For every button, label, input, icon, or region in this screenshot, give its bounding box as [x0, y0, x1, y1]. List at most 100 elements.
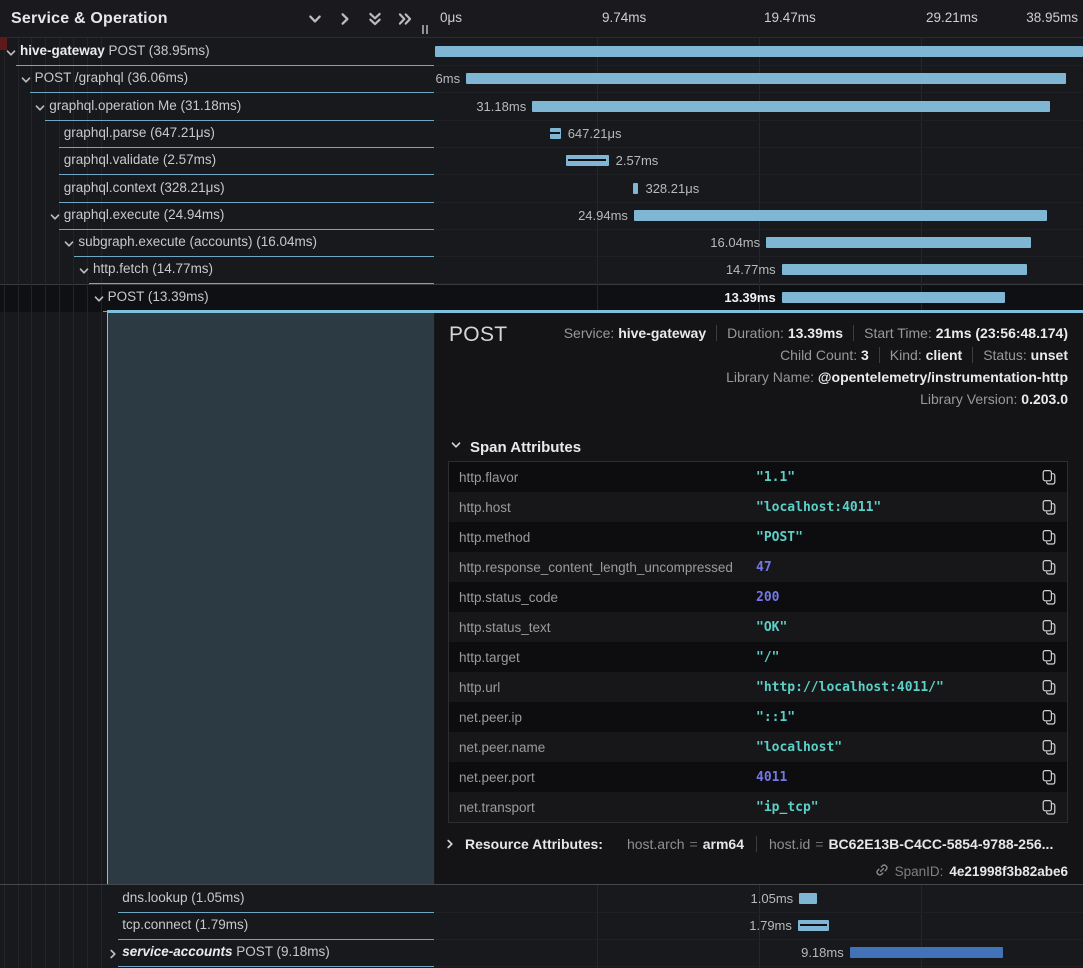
span-tree-row-graphql-validate[interactable]: graphql.validate (2.57ms): [0, 147, 434, 175]
span-row-label: graphql.parse (647.21μs): [64, 125, 215, 140]
attribute-key: net.peer.port: [459, 770, 535, 785]
span-tree-row-graphql-execute[interactable]: graphql.execute (24.94ms): [0, 202, 434, 230]
selected-span-expansion-area[interactable]: [107, 311, 434, 885]
span-timeline-row[interactable]: 38.95ms: [435, 38, 1083, 66]
attribute-key: http.url: [459, 680, 500, 695]
bar-duration-label: 14.77ms: [726, 262, 776, 277]
span-duration-bar[interactable]: [850, 947, 1003, 958]
attribute-value: 4011: [756, 770, 787, 785]
attribute-value: "::1": [756, 710, 795, 725]
span-duration-bar[interactable]: [566, 155, 609, 166]
span-timeline-row[interactable]: 24.94ms: [435, 202, 1083, 230]
attribute-row-net.transport: net.transport"ip_tcp": [449, 792, 1067, 822]
resource-attributes-title: Resource Attributes:: [465, 836, 603, 852]
attribute-key: http.host: [459, 500, 511, 515]
span-duration-bar[interactable]: [633, 183, 638, 194]
chevron-down-icon[interactable]: [5, 46, 17, 58]
span-duration-bar[interactable]: [798, 920, 829, 931]
collapse-all-icon[interactable]: [367, 11, 383, 27]
span-timeline-row[interactable]: 16.04ms: [435, 229, 1083, 257]
chevron-down-icon[interactable]: [93, 292, 105, 304]
attribute-row-net.peer.port: net.peer.port 4011: [449, 762, 1067, 792]
copy-icon[interactable]: [1041, 649, 1057, 665]
column-resizer-grip[interactable]: [422, 25, 428, 34]
copy-icon[interactable]: [1041, 799, 1057, 815]
expand-all-icon[interactable]: [397, 11, 413, 27]
resource-attributes-row[interactable]: Resource Attributes: host.arch=arm64host…: [444, 836, 1053, 852]
copy-icon[interactable]: [1041, 529, 1057, 545]
span-timeline-row[interactable]: 2.57ms: [435, 147, 1083, 175]
chevron-down-icon[interactable]: [49, 210, 61, 222]
copy-icon[interactable]: [1041, 739, 1057, 755]
resource-attribute: =: [685, 836, 703, 852]
span-duration-bar[interactable]: [782, 264, 1027, 275]
copy-icon[interactable]: [1041, 469, 1057, 485]
copy-icon[interactable]: [1041, 679, 1057, 695]
span-timeline-row[interactable]: 328.21μs: [435, 175, 1083, 203]
attribute-key: http.flavor: [459, 470, 518, 485]
span-tree-row-post[interactable]: POST (13.39ms): [0, 284, 434, 312]
bar-duration-label: 9.18ms: [801, 945, 844, 960]
span-timeline-row[interactable]: 9.18ms: [435, 939, 1083, 967]
attribute-row-http.status_code: http.status_code200: [449, 582, 1067, 612]
chevron-down-icon[interactable]: [34, 101, 46, 113]
chevron-down-icon[interactable]: [63, 237, 75, 249]
timeline-ruler[interactable]: 0μs9.74ms19.47ms29.21ms38.95ms: [435, 0, 1083, 38]
span-timeline-row[interactable]: 1.05ms: [435, 885, 1083, 913]
span-detail-title: POST: [449, 323, 507, 347]
span-attributes-toggle[interactable]: Span Attributes: [450, 438, 581, 456]
attribute-row-http.host: http.host"localhost:4011": [449, 492, 1067, 522]
chevron-right-icon[interactable]: [107, 947, 119, 959]
span-tree-row-graphql-operation-me[interactable]: graphql.operation Me (31.18ms): [0, 93, 434, 121]
copy-icon[interactable]: [1041, 559, 1057, 575]
attribute-row-http.method: http.method"POST": [449, 522, 1067, 552]
span-duration-bar[interactable]: [634, 210, 1047, 221]
resource-attribute: =: [810, 836, 828, 852]
meta-line: Library Name: @opentelemetry/instrumenta…: [508, 369, 1068, 391]
meta-line: Library Version: 0.203.0: [508, 391, 1068, 413]
span-duration-bar[interactable]: [435, 46, 1083, 57]
tree-header: Service & Operation: [0, 0, 435, 38]
attribute-key: http.target: [459, 650, 520, 665]
collapse-one-icon[interactable]: [307, 11, 323, 27]
span-tree-row-graphql-context[interactable]: graphql.context (328.21μs): [0, 175, 434, 203]
span-timeline-row[interactable]: 1.79ms: [435, 912, 1083, 940]
span-tree-row-graphql-parse[interactable]: graphql.parse (647.21μs): [0, 120, 434, 148]
attribute-key: net.peer.ip: [459, 710, 522, 725]
span-tree-row-subgraph-execute-accounts-[interactable]: subgraph.execute (accounts) (16.04ms): [0, 229, 434, 257]
span-timeline-row[interactable]: 14.77ms: [435, 256, 1083, 284]
row-underline: [118, 966, 434, 967]
copy-icon[interactable]: [1041, 499, 1057, 515]
span-duration-bar[interactable]: [782, 292, 1005, 303]
link-icon[interactable]: [875, 863, 889, 880]
attribute-value: "POST": [756, 530, 803, 545]
span-tree-row-post-graphql[interactable]: POST /graphql (36.06ms): [0, 65, 434, 93]
copy-icon[interactable]: [1041, 619, 1057, 635]
expand-one-icon[interactable]: [337, 11, 353, 27]
span-duration-bar[interactable]: [466, 73, 1066, 84]
copy-icon[interactable]: [1041, 709, 1057, 725]
span-tree-row-dns-lookup[interactable]: dns.lookup (1.05ms): [0, 885, 434, 913]
span-tree-row-tcp-connect[interactable]: tcp.connect (1.79ms): [0, 912, 434, 940]
resource-attributes-preview: host.arch=arm64host.id=BC62E13B-C4CC-585…: [627, 836, 1053, 852]
span-timeline-row[interactable]: 31.18ms: [435, 93, 1083, 121]
detail-bottom-border: [0, 884, 1083, 885]
chevron-down-icon[interactable]: [20, 73, 32, 85]
copy-icon[interactable]: [1041, 769, 1057, 785]
ruler-tick-label: 9.74ms: [602, 10, 646, 25]
span-duration-bar[interactable]: [799, 893, 816, 904]
span-tree-row-http-fetch[interactable]: http.fetch (14.77ms): [0, 256, 434, 284]
attribute-value: 200: [756, 590, 779, 605]
span-timeline-row[interactable]: 36.06ms: [435, 65, 1083, 93]
span-duration-bar[interactable]: [532, 101, 1050, 112]
span-timeline-row[interactable]: 647.21μs: [435, 120, 1083, 148]
span-tree-row-post[interactable]: service-accounts POST (9.18ms): [0, 939, 434, 967]
span-duration-bar[interactable]: [550, 128, 561, 139]
span-row-label: POST (13.39ms): [108, 289, 209, 304]
copy-icon[interactable]: [1041, 589, 1057, 605]
span-timeline-row[interactable]: 13.39ms: [435, 284, 1083, 312]
span-tree-row-post[interactable]: hive-gateway POST (38.95ms): [0, 38, 434, 66]
chevron-down-icon[interactable]: [78, 264, 90, 276]
span-duration-bar[interactable]: [766, 237, 1031, 248]
attribute-key: net.transport: [459, 800, 535, 815]
